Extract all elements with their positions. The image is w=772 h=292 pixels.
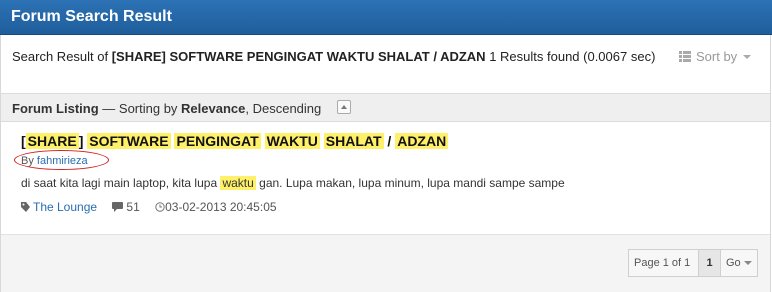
title-word-share: SHARE xyxy=(25,133,79,149)
title-bar: Forum Search Result xyxy=(0,0,772,35)
page-title: Forum Search Result xyxy=(11,8,172,25)
go-label: Go xyxy=(726,257,741,269)
search-result-panel: Search Result of [SHARE] SOFTWARE PENGIN… xyxy=(0,35,771,292)
comment-icon xyxy=(112,202,124,212)
search-query: [SHARE] SOFTWARE PENGINGAT WAKTU SHALAT … xyxy=(111,49,486,64)
snippet-after: gan. Lupa makan, lupa minum, lupa mandi … xyxy=(255,176,565,190)
snippet-before: di saat kita lagi main laptop, kita lupa xyxy=(21,176,221,190)
sort-by-label: Sort by xyxy=(696,49,738,64)
page-info: Page 1 of 1 xyxy=(629,250,699,276)
listing-text: Forum Listing — Sorting by Relevance, De… xyxy=(12,101,321,116)
chevron-down-icon xyxy=(743,55,752,59)
pagination-area: Page 1 of 1 1 Go xyxy=(1,235,770,292)
reply-count: 51 xyxy=(126,200,140,214)
author-line: By fahmirieza xyxy=(21,155,88,167)
title-word-software: SOFTWARE xyxy=(87,133,171,149)
title-word-pengingat: PENGINGAT xyxy=(174,133,261,149)
forum-listing-bar: Forum Listing — Sorting by Relevance, De… xyxy=(1,94,770,122)
list-icon xyxy=(679,51,691,62)
listing-sep: — Sorting by xyxy=(98,101,182,116)
title-word-adzan: ADZAN xyxy=(395,133,449,149)
author-link[interactable]: fahmirieza xyxy=(37,155,88,167)
listing-label: Forum Listing xyxy=(12,101,99,116)
sort-order: , Descending xyxy=(245,101,322,116)
forum-link[interactable]: The Lounge xyxy=(33,200,97,214)
post-snippet: di saat kita lagi main laptop, kita lupa… xyxy=(21,176,565,190)
summary-prefix: Search Result of xyxy=(12,49,112,64)
post-date: 03-02-2013 20:45:05 xyxy=(165,200,277,214)
pagination: Page 1 of 1 1 Go xyxy=(628,249,758,277)
summary-text: Search Result of [SHARE] SOFTWARE PENGIN… xyxy=(12,47,662,66)
title-slash: / xyxy=(387,133,392,149)
result-meta: The Lounge 51 03-02-2013 20:45:05 xyxy=(21,200,277,214)
title-bracket-open: [ xyxy=(21,133,26,149)
chevron-down-icon xyxy=(743,261,752,265)
author-prefix: By xyxy=(21,155,37,167)
title-word-shalat: SHALAT xyxy=(323,133,384,149)
snippet-highlight: waktu xyxy=(220,176,256,190)
summary-suffix: 1 Results found (0.0067 sec) xyxy=(485,49,656,64)
current-page-button[interactable]: 1 xyxy=(699,250,721,276)
go-dropdown[interactable]: Go xyxy=(721,250,757,276)
clock-icon xyxy=(155,202,165,212)
collapse-button[interactable] xyxy=(337,100,351,114)
title-bracket-close: ] xyxy=(78,133,84,149)
search-result-item: [SHARE] SOFTWARE PENGINGAT WAKTU SHALAT … xyxy=(1,123,770,235)
sort-field: Relevance xyxy=(181,101,246,116)
tag-icon xyxy=(21,202,30,212)
search-summary: Search Result of [SHARE] SOFTWARE PENGIN… xyxy=(1,35,770,94)
thread-title-link[interactable]: [SHARE] SOFTWARE PENGINGAT WAKTU SHALAT … xyxy=(21,133,449,149)
title-word-waktu: WAKTU xyxy=(264,133,320,149)
sort-by-dropdown[interactable]: Sort by xyxy=(679,49,752,64)
